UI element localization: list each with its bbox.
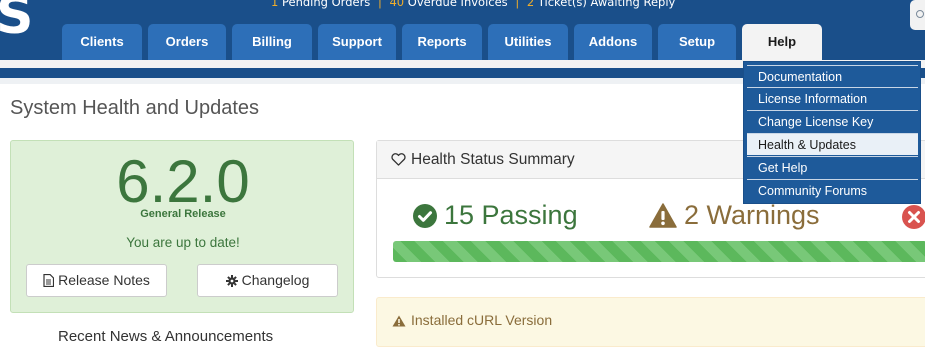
health-title-text: Health Status Summary — [411, 151, 575, 168]
passing-stat[interactable]: 15 Passing — [413, 200, 578, 231]
tab-addons[interactable]: Addons — [574, 24, 652, 60]
warnings-count: 2 Warnings — [684, 200, 820, 230]
alert-message: Installed cURL Version — [411, 312, 553, 328]
release-notes-label: Release Notes — [58, 272, 150, 288]
search-icon — [916, 10, 924, 18]
tab-orders[interactable]: Orders — [148, 24, 226, 60]
separator: | — [377, 0, 382, 9]
menu-item-documentation[interactable]: Documentation — [747, 65, 918, 87]
tab-clients[interactable]: Clients — [62, 24, 142, 60]
tab-utilities[interactable]: Utilities — [488, 24, 568, 60]
document-icon — [43, 273, 55, 288]
tab-support[interactable]: Support — [318, 24, 396, 60]
search-toggle-button[interactable] — [910, 0, 925, 30]
tab-help[interactable]: Help — [742, 24, 822, 60]
error-icon[interactable] — [902, 205, 925, 229]
warning-icon — [392, 315, 406, 327]
panel-title: Health Status Summary — [391, 151, 575, 169]
news-title: Recent News & Announcements — [58, 328, 274, 345]
changelog-label: Changelog — [241, 272, 310, 288]
tickets-count[interactable]: 2 — [527, 0, 534, 9]
menu-item-license-information[interactable]: License Information — [747, 87, 918, 109]
brand-logo[interactable]: S — [0, 0, 33, 46]
curl-version-alert: Installed cURL Version — [376, 297, 925, 347]
passing-count: 15 Passing — [444, 200, 578, 230]
notification-bar: 1 Pending Orders | 40 Overdue Invoices |… — [271, 0, 675, 9]
warnings-stat[interactable]: 2 Warnings — [649, 200, 820, 231]
pending-orders-link[interactable]: Pending Orders — [282, 0, 370, 9]
update-status: You are up to date! — [126, 235, 240, 250]
menu-item-get-help[interactable]: Get Help — [747, 156, 918, 178]
health-progress-bar — [393, 241, 925, 262]
menu-item-change-license-key[interactable]: Change License Key — [747, 110, 918, 132]
page-title: System Health and Updates — [10, 97, 260, 119]
alert-text: Installed cURL Version — [392, 312, 552, 328]
changelog-button[interactable]: Changelog — [197, 264, 338, 297]
gear-icon — [225, 275, 238, 287]
tab-billing[interactable]: Billing — [232, 24, 312, 60]
release-type: General Release — [140, 208, 226, 220]
version-panel: 6.2.0 General Release You are up to date… — [10, 140, 354, 313]
version-number: 6.2.0 — [116, 148, 250, 215]
menu-item-health-updates[interactable]: Health & Updates — [747, 133, 918, 155]
check-circle-icon — [413, 204, 437, 228]
overdue-invoices-count[interactable]: 40 — [389, 0, 404, 9]
tab-setup[interactable]: Setup — [658, 24, 736, 60]
overdue-invoices-link[interactable]: Overdue Invoices — [408, 0, 508, 9]
tickets-link[interactable]: Ticket(s) Awaiting Reply — [538, 0, 676, 9]
menu-item-community-forums[interactable]: Community Forums — [747, 179, 918, 201]
release-notes-button[interactable]: Release Notes — [26, 264, 167, 297]
tab-reports[interactable]: Reports — [402, 24, 482, 60]
warning-icon — [649, 203, 677, 228]
help-dropdown-menu: Documentation License Information Change… — [743, 61, 921, 204]
pending-orders-count[interactable]: 1 — [271, 0, 278, 9]
heart-icon — [391, 153, 406, 166]
separator: | — [515, 0, 520, 9]
